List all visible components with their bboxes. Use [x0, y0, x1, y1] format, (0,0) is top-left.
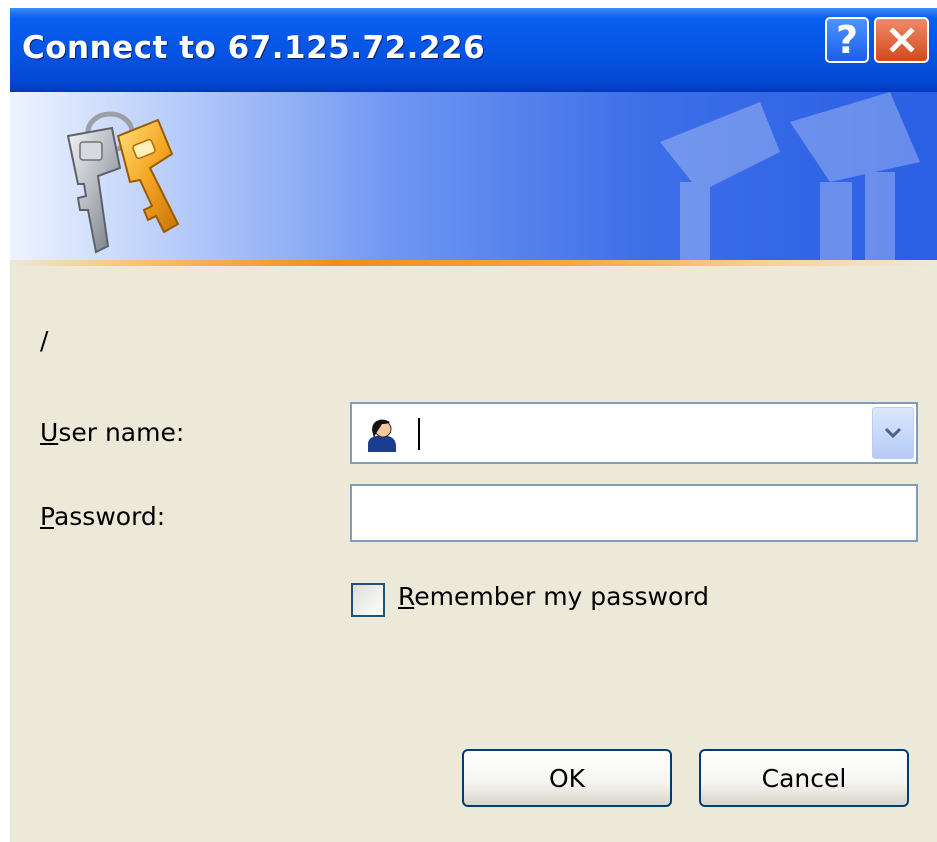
banner — [10, 92, 937, 260]
help-icon: ? — [835, 18, 859, 62]
username-label: User name: — [40, 418, 184, 447]
help-button[interactable]: ? — [825, 17, 869, 63]
text-cursor — [418, 418, 420, 450]
username-label-rest: ser name: — [58, 418, 185, 447]
password-label-rest: assword: — [53, 502, 166, 531]
password-label: Password: — [40, 502, 165, 531]
banner-accent-line — [10, 260, 937, 266]
chevron-down-icon — [884, 427, 902, 439]
close-button[interactable] — [874, 17, 929, 63]
watermark-keys-icon — [660, 92, 920, 260]
username-input[interactable] — [426, 414, 830, 454]
username-dropdown-button[interactable] — [872, 407, 914, 459]
username-combobox[interactable] — [350, 402, 918, 464]
password-input[interactable] — [350, 484, 918, 542]
password-label-accel: P — [40, 502, 54, 531]
realm-text: / — [40, 326, 49, 355]
title-bar[interactable]: Connect to 67.125.72.226 ? — [10, 8, 937, 92]
remember-password-checkbox[interactable] — [351, 583, 385, 617]
keys-icon — [66, 111, 180, 254]
user-avatar-icon — [362, 416, 400, 454]
remember-label-rest: emember my password — [414, 582, 709, 611]
username-label-accel: U — [40, 418, 59, 447]
ok-button[interactable]: OK — [462, 749, 672, 807]
remember-label-accel: R — [398, 582, 415, 611]
remember-password-label[interactable]: Remember my password — [398, 582, 709, 611]
connect-dialog: Connect to 67.125.72.226 ? / User name: … — [10, 8, 937, 842]
window-title: Connect to 67.125.72.226 — [22, 30, 486, 66]
close-icon — [888, 27, 915, 53]
cancel-button[interactable]: Cancel — [699, 749, 909, 807]
